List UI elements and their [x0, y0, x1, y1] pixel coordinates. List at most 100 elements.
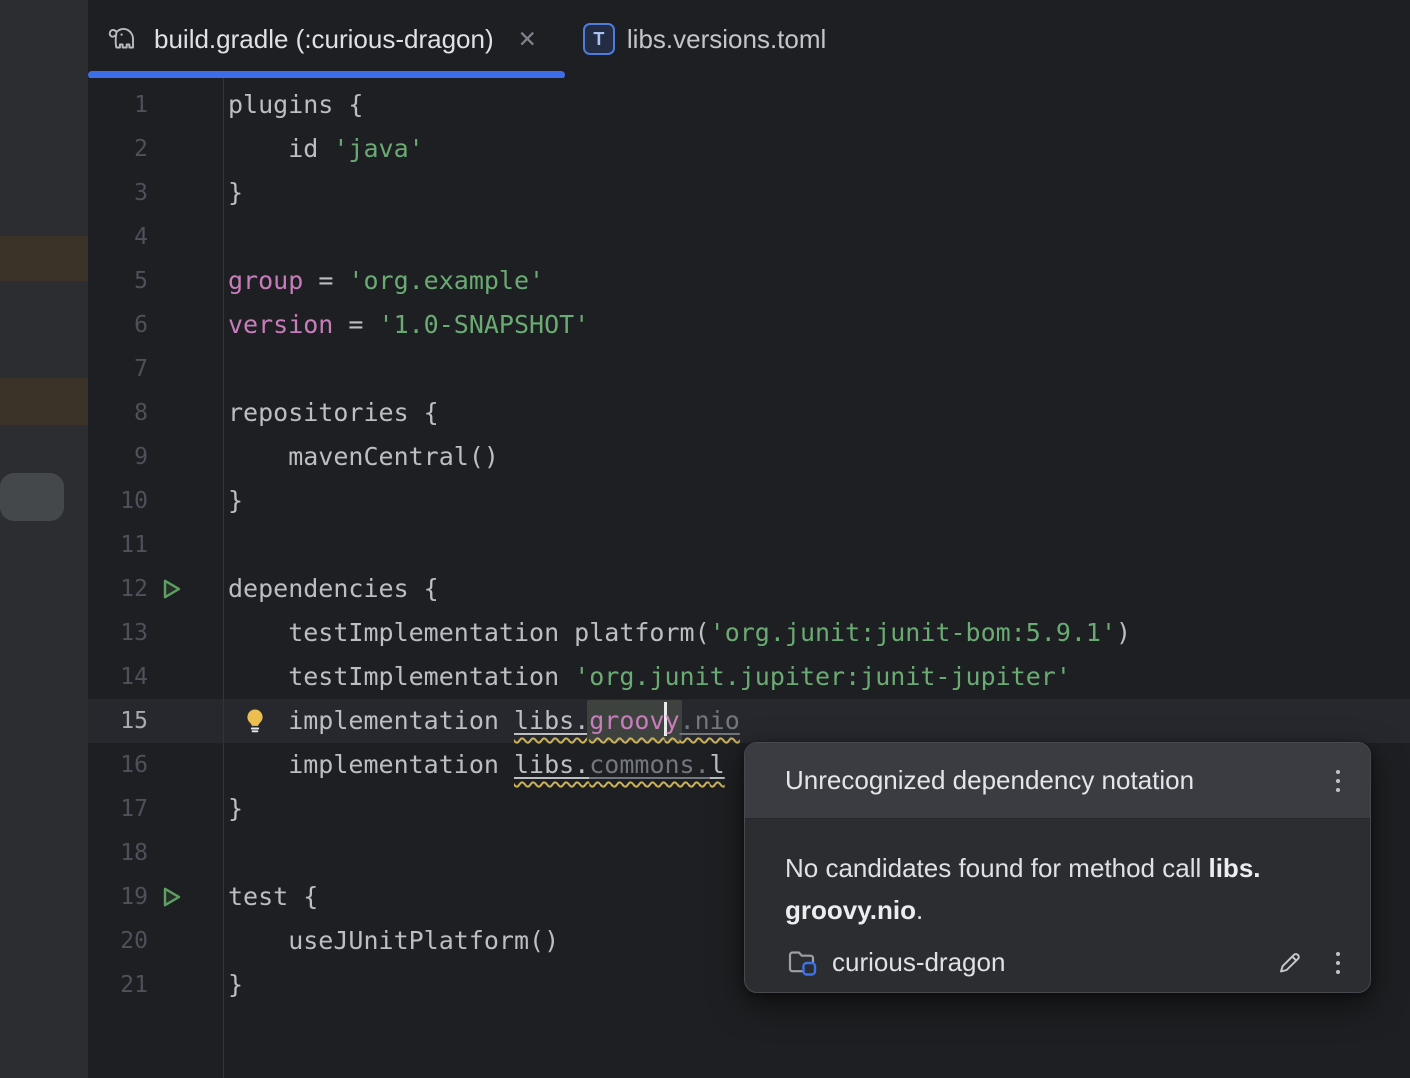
- close-icon[interactable]: ✕: [518, 28, 537, 51]
- ide-window: build.gradle (:curious-dragon) ✕ T libs.…: [0, 0, 1410, 1078]
- code-token: 'org.example': [348, 266, 544, 295]
- line-number: 21: [88, 963, 148, 1007]
- intention-bulb-icon[interactable]: [242, 708, 268, 734]
- code-token: }: [228, 970, 243, 999]
- tab-label: libs.versions.toml: [627, 24, 826, 55]
- line-number: 15: [88, 699, 148, 743]
- code-line[interactable]: 10}: [88, 479, 1410, 523]
- code-text: group = 'org.example': [228, 259, 1410, 303]
- code-token: }: [228, 178, 243, 207]
- message-text: .: [916, 895, 923, 925]
- code-line[interactable]: 2 id 'java': [88, 127, 1410, 171]
- code-token: plugins {: [228, 90, 363, 119]
- message-bold: libs.: [1208, 853, 1260, 883]
- code-line[interactable]: 14 testImplementation 'org.junit.jupiter…: [88, 655, 1410, 699]
- code-token: commons.: [589, 750, 709, 779]
- code-token: l: [710, 750, 725, 779]
- code-token: groov: [589, 706, 664, 735]
- code-text: }: [228, 171, 1410, 215]
- inspection-popup: Unrecognized dependency notation No cand…: [744, 742, 1371, 993]
- message-bold: groovy.nio: [785, 895, 916, 925]
- code-text: id 'java': [228, 127, 1410, 171]
- line-number: 17: [88, 787, 148, 831]
- code-token: version: [228, 310, 333, 339]
- line-number: 12: [88, 567, 148, 611]
- code-token: .nio: [680, 706, 740, 735]
- toml-file-icon: T: [583, 23, 615, 55]
- code-line[interactable]: 8repositories {: [88, 391, 1410, 435]
- tree-row-selected[interactable]: [0, 473, 64, 521]
- line-number: 19: [88, 875, 148, 919]
- tab-label: build.gradle (:curious-dragon): [154, 24, 494, 55]
- code-line[interactable]: 6 version = '1.0-SNAPSHOT': [88, 303, 1410, 347]
- popup-header: Unrecognized dependency notation: [745, 743, 1370, 819]
- code-line[interactable]: 11: [88, 523, 1410, 567]
- code-token: testImplementation: [228, 662, 574, 691]
- line-number: 18: [88, 831, 148, 875]
- code-token: implementation: [228, 706, 514, 735]
- line-number: 5: [88, 259, 148, 303]
- more-options-icon[interactable]: [1332, 766, 1344, 796]
- run-icon[interactable]: [158, 884, 184, 910]
- code-text: dependencies {: [228, 567, 1410, 611]
- code-token: group: [228, 266, 303, 295]
- code-line[interactable]: 1plugins {: [88, 83, 1410, 127]
- code-line[interactable]: 7: [88, 347, 1410, 391]
- line-number: 7: [88, 347, 148, 391]
- code-token: =: [333, 310, 378, 339]
- module-row[interactable]: curious-dragon: [745, 931, 1370, 992]
- code-text: testImplementation platform('org.junit:j…: [228, 611, 1410, 655]
- tab-libs-versions-toml[interactable]: T libs.versions.toml: [565, 0, 854, 78]
- code-line[interactable]: 13 testImplementation platform('org.juni…: [88, 611, 1410, 655]
- code-line[interactable]: 3}: [88, 171, 1410, 215]
- code-line[interactable]: 9 mavenCentral(): [88, 435, 1410, 479]
- code-line[interactable]: 4: [88, 215, 1410, 259]
- code-token: useJUnitPlatform(): [228, 926, 559, 955]
- module-folder-icon: [785, 947, 819, 978]
- gradle-icon: [106, 24, 142, 54]
- code-token: }: [228, 794, 243, 823]
- code-token: 'java': [333, 134, 423, 163]
- code-token: test {: [228, 882, 318, 911]
- tree-row-highlight[interactable]: [0, 378, 88, 425]
- project-sidebar[interactable]: [0, 0, 88, 1078]
- popup-title: Unrecognized dependency notation: [785, 765, 1332, 796]
- line-number: 10: [88, 479, 148, 523]
- tab-build-gradle[interactable]: build.gradle (:curious-dragon) ✕: [88, 0, 565, 78]
- code-token: ): [1116, 618, 1131, 647]
- code-token: '1.0-SNAPSHOT': [379, 310, 590, 339]
- code-token: id: [228, 134, 333, 163]
- message-text: No candidates found for method call: [785, 853, 1208, 883]
- code-text: version = '1.0-SNAPSHOT': [228, 303, 1410, 347]
- code-token: 'org.junit.jupiter:junit-jupiter': [574, 662, 1071, 691]
- line-number: 6: [88, 303, 148, 347]
- code-text: }: [228, 479, 1410, 523]
- more-options-icon[interactable]: [1332, 948, 1344, 978]
- code-line[interactable]: 5 group = 'org.example': [88, 259, 1410, 303]
- code-token: implementation: [228, 750, 514, 779]
- code-token: testImplementation platform(: [228, 618, 710, 647]
- run-icon[interactable]: [158, 576, 184, 602]
- code-token: dependencies {: [228, 574, 439, 603]
- edit-icon[interactable]: [1274, 948, 1304, 978]
- tree-row-highlight[interactable]: [0, 236, 88, 281]
- line-number: 9: [88, 435, 148, 479]
- code-text: mavenCentral(): [228, 435, 1410, 479]
- code-token: y: [665, 706, 680, 735]
- module-name: curious-dragon: [832, 947, 1005, 978]
- popup-message: No candidates found for method call libs…: [745, 819, 1370, 931]
- line-number: 16: [88, 743, 148, 787]
- line-number: 4: [88, 215, 148, 259]
- line-number: 14: [88, 655, 148, 699]
- line-number: 11: [88, 523, 148, 567]
- warning-underline: libs.groovy.nio: [514, 706, 740, 735]
- line-number: 8: [88, 391, 148, 435]
- code-token: libs.: [514, 750, 589, 779]
- line-number: 20: [88, 919, 148, 963]
- code-token: =: [303, 266, 348, 295]
- code-line[interactable]: 15 implementation libs.groovy.nio: [88, 699, 1410, 743]
- code-line[interactable]: 12 dependencies {: [88, 567, 1410, 611]
- code-token: 'org.junit:junit-bom:5.9.1': [710, 618, 1116, 647]
- code-text: testImplementation 'org.junit.jupiter:ju…: [228, 655, 1410, 699]
- code-token: libs.: [514, 706, 589, 735]
